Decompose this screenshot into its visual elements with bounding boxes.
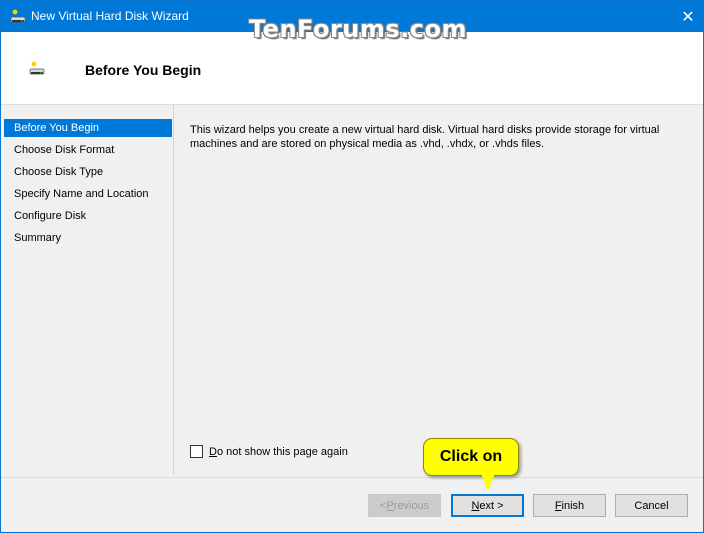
footer-divider	[1, 477, 703, 478]
window-title: New Virtual Hard Disk Wizard	[31, 9, 189, 23]
finish-button[interactable]: Finish	[533, 494, 606, 517]
watermark: TenForums.com	[249, 15, 468, 43]
nav-item-before-you-begin[interactable]: Before You Begin	[4, 119, 172, 137]
nav-item-choose-disk-format[interactable]: Choose Disk Format	[4, 141, 172, 159]
close-icon: ✕	[681, 8, 695, 26]
previous-button[interactable]: < Previous	[368, 494, 441, 517]
description-text: This wizard helps you create a new virtu…	[190, 124, 660, 150]
checkbox-box[interactable]	[190, 445, 203, 458]
nav-item-configure-disk[interactable]: Configure Disk	[4, 207, 172, 225]
virtual-disk-icon	[29, 61, 45, 75]
callout-pointer	[481, 473, 495, 491]
cancel-button[interactable]: Cancel	[615, 494, 688, 517]
close-button[interactable]: ✕	[673, 1, 703, 32]
nav-item-specify-name-location[interactable]: Specify Name and Location	[4, 185, 172, 203]
next-button[interactable]: Next >	[451, 494, 524, 517]
click-on-callout: Click on	[423, 438, 519, 476]
virtual-disk-icon	[10, 9, 26, 23]
wizard-steps-nav: Before You Begin Choose Disk Format Choo…	[1, 105, 174, 475]
checkbox-label: Do not show this page again	[209, 445, 348, 458]
nav-item-choose-disk-type[interactable]: Choose Disk Type	[4, 163, 172, 181]
do-not-show-again-checkbox[interactable]: Do not show this page again	[190, 445, 348, 458]
nav-item-summary[interactable]: Summary	[4, 229, 172, 247]
page-title: Before You Begin	[85, 62, 202, 78]
wizard-window: New Virtual Hard Disk Wizard ✕ TenForums…	[0, 0, 704, 533]
